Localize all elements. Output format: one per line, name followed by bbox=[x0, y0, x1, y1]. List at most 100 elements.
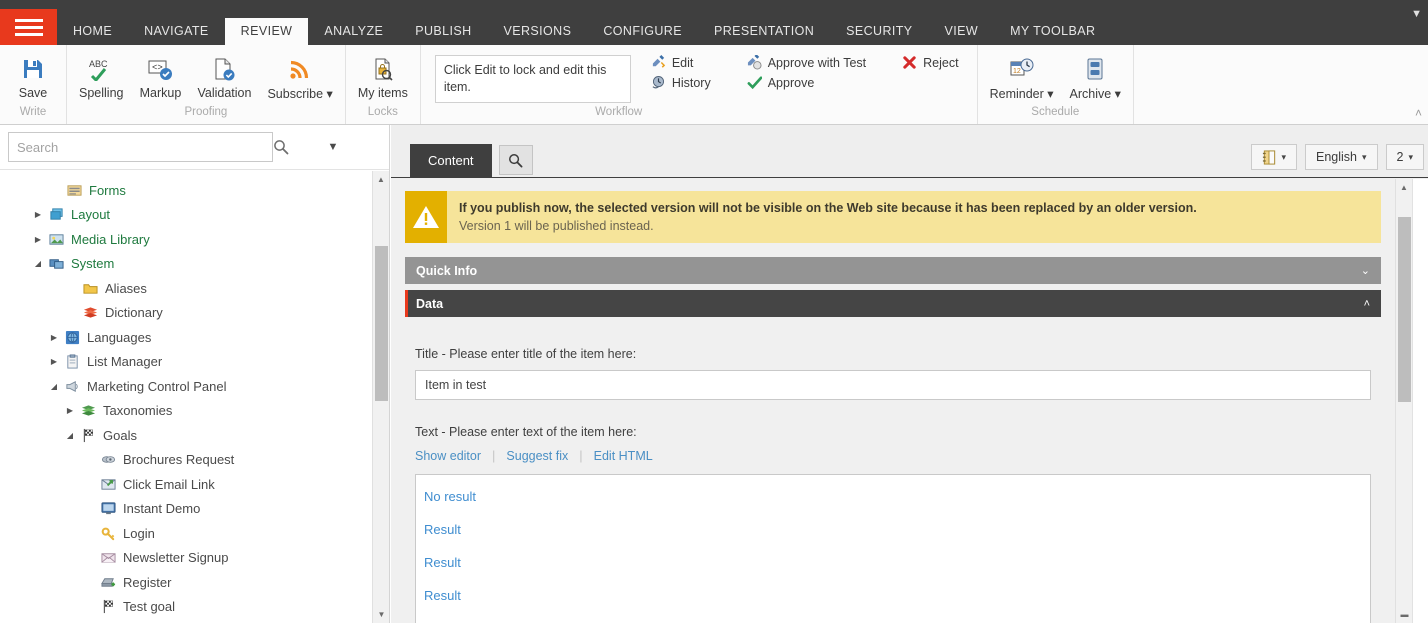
tree-expander[interactable]: ▶ bbox=[62, 406, 78, 415]
nav-tab-review[interactable]: REVIEW bbox=[224, 18, 309, 45]
tree-expander[interactable]: ▶ bbox=[30, 210, 46, 219]
aliases-folder-icon bbox=[80, 281, 100, 296]
tree-item-login[interactable]: Login bbox=[0, 521, 389, 546]
tree-item-goals[interactable]: ◢ Goals bbox=[0, 423, 389, 448]
tree-item-languages[interactable]: ▶ Languages bbox=[0, 325, 389, 350]
markup-button[interactable]: <> Markup bbox=[131, 52, 189, 102]
edit-html-link[interactable]: Edit HTML bbox=[594, 449, 653, 463]
tree-expander[interactable]: ◢ bbox=[30, 259, 46, 268]
scroll-thumb[interactable] bbox=[1398, 217, 1411, 402]
save-button[interactable]: Save bbox=[4, 52, 62, 102]
rich-text-line[interactable]: Result bbox=[424, 588, 1362, 603]
rich-text-preview[interactable]: No result Result Result Result bbox=[415, 474, 1371, 623]
suggest-fix-link[interactable]: Suggest fix bbox=[506, 449, 568, 463]
scroll-up-arrow-icon[interactable]: ▲ bbox=[1396, 179, 1412, 196]
version-dropdown-button[interactable]: 2 ▾ bbox=[1385, 144, 1424, 170]
tree-item-forms[interactable]: Forms bbox=[0, 178, 389, 203]
divider: | bbox=[579, 448, 583, 464]
tree-item-register[interactable]: Register bbox=[0, 570, 389, 595]
nav-tab-publish[interactable]: PUBLISH bbox=[399, 18, 487, 45]
language-dropdown-label: English bbox=[1315, 150, 1357, 164]
section-header-data[interactable]: Data ˄ bbox=[405, 290, 1381, 318]
nav-tab-configure[interactable]: CONFIGURE bbox=[587, 18, 698, 45]
chevron-down-icon[interactable]: ▼ bbox=[1411, 8, 1422, 20]
show-editor-link[interactable]: Show editor bbox=[415, 449, 481, 463]
tree-item-layout[interactable]: ▶ Layout bbox=[0, 203, 389, 228]
nav-tab-my-toolbar[interactable]: MY TOOLBAR bbox=[994, 18, 1111, 45]
tree-item-instant-demo[interactable]: Instant Demo bbox=[0, 497, 389, 522]
workflow-approve-with-test-button[interactable]: Approve with Test bbox=[743, 54, 870, 71]
validation-button[interactable]: Validation bbox=[189, 52, 259, 102]
nav-tab-presentation[interactable]: PRESENTATION bbox=[698, 18, 830, 45]
scroll-down-arrow-icon[interactable]: ▬ bbox=[1396, 606, 1413, 623]
tree-item-click-email-link[interactable]: Click Email Link bbox=[0, 472, 389, 497]
nav-tab-view[interactable]: VIEW bbox=[929, 18, 995, 45]
tree-item-test-goal[interactable]: Test goal bbox=[0, 595, 389, 620]
tree-vertical-scrollbar[interactable]: ▲ ▼ bbox=[372, 171, 389, 623]
search-input[interactable] bbox=[8, 132, 273, 162]
tree-item-media-library[interactable]: ▶ Media Library bbox=[0, 227, 389, 252]
tree-expander[interactable]: ▶ bbox=[30, 235, 46, 244]
tree-expander[interactable]: ▶ bbox=[46, 333, 62, 342]
search-options-caret-icon[interactable]: ▼ bbox=[313, 141, 353, 153]
tree-item-label: Register bbox=[123, 574, 172, 590]
rss-subscribe-icon bbox=[288, 54, 312, 84]
rich-text-line[interactable]: Result bbox=[424, 555, 1362, 570]
nav-tab-analyze[interactable]: ANALYZE bbox=[308, 18, 399, 45]
lock-message-box: Click Edit to lock and edit this item. bbox=[434, 55, 631, 103]
history-clock-icon bbox=[651, 75, 666, 90]
editor-vertical-scrollbar[interactable]: ▲ ▬ bbox=[1395, 179, 1412, 623]
workflow-edit-button[interactable]: Edit bbox=[647, 54, 715, 71]
rich-text-line[interactable]: Result bbox=[424, 522, 1362, 537]
tree-item-label: Aliases bbox=[105, 280, 147, 296]
scroll-down-arrow-icon[interactable]: ▼ bbox=[373, 606, 390, 623]
section-header-quick-info[interactable]: Quick Info ⌄ bbox=[405, 257, 1381, 285]
tree-item-dictionary[interactable]: Dictionary bbox=[0, 301, 389, 326]
language-dropdown-button[interactable]: English ▾ bbox=[1304, 144, 1378, 170]
spelling-button[interactable]: ABC Spelling bbox=[71, 52, 131, 102]
tree-item-brochures-request[interactable]: Brochures Request bbox=[0, 448, 389, 473]
workflow-reject-button[interactable]: Reject bbox=[898, 54, 962, 71]
workflow-commands-col1: Edit History bbox=[641, 45, 725, 91]
workflow-history-button[interactable]: History bbox=[647, 74, 715, 91]
my-items-button[interactable]: My items bbox=[350, 52, 416, 102]
nav-tab-home[interactable]: HOME bbox=[57, 18, 128, 45]
tree-item-newsletter-signup[interactable]: Newsletter Signup bbox=[0, 546, 389, 571]
tree-item-marketing-control-panel[interactable]: ◢ Marketing Control Panel bbox=[0, 374, 389, 399]
tree-expander[interactable]: ◢ bbox=[46, 382, 62, 391]
archive-button[interactable]: Archive ▾ bbox=[1062, 52, 1129, 103]
workflow-approve-button[interactable]: Approve bbox=[743, 74, 870, 91]
tree-item-system[interactable]: ◢ System bbox=[0, 252, 389, 277]
ribbon-toolbar: Save Write ABC Spelling <> Markup Valida… bbox=[0, 45, 1428, 125]
reminder-button[interactable]: 12 Reminder ▾ bbox=[982, 52, 1062, 103]
approve-with-test-icon bbox=[747, 55, 762, 70]
search-tab-button[interactable] bbox=[498, 145, 533, 175]
tree-item-aliases[interactable]: Aliases bbox=[0, 276, 389, 301]
tree-search-bar: ▼ bbox=[0, 125, 389, 170]
scroll-up-arrow-icon[interactable]: ▲ bbox=[373, 171, 389, 188]
tree-item-taxonomies[interactable]: ▶ Taxonomies bbox=[0, 399, 389, 424]
chevron-up-icon[interactable]: ˄ bbox=[1364, 298, 1370, 310]
my-items-label: My items bbox=[357, 86, 408, 100]
rich-text-line[interactable]: No result bbox=[424, 489, 1362, 504]
ribbon-collapse-chevron-icon[interactable]: ˄ bbox=[1415, 106, 1422, 120]
nav-tab-versions[interactable]: VERSIONS bbox=[488, 18, 588, 45]
title-field-input[interactable] bbox=[415, 370, 1371, 401]
reminder-label: Reminder ▾ bbox=[989, 87, 1054, 101]
tree-expander[interactable]: ◢ bbox=[62, 431, 78, 440]
tab-content[interactable]: Content bbox=[410, 144, 492, 177]
hamburger-icon[interactable] bbox=[0, 9, 57, 45]
tree-expander[interactable]: ▶ bbox=[46, 357, 62, 366]
subscribe-button[interactable]: Subscribe ▾ bbox=[259, 52, 340, 103]
nav-tab-security[interactable]: SECURITY bbox=[830, 18, 928, 45]
chevron-down-icon[interactable]: ⌄ bbox=[1361, 264, 1370, 277]
reject-cross-icon bbox=[902, 55, 917, 70]
tree-item-label: Dictionary bbox=[105, 305, 163, 321]
ribbon-tab-strip: HOME NAVIGATE REVIEW ANALYZE PUBLISH VER… bbox=[57, 0, 1111, 45]
search-magnifier-icon[interactable] bbox=[273, 139, 313, 155]
ribbon-empty-area bbox=[1134, 45, 1428, 124]
nav-tab-navigate[interactable]: NAVIGATE bbox=[128, 18, 225, 45]
notebook-dropdown-button[interactable]: ▾ bbox=[1251, 144, 1297, 170]
scroll-thumb[interactable] bbox=[375, 246, 388, 401]
tree-item-list-manager[interactable]: ▶ List Manager bbox=[0, 350, 389, 375]
